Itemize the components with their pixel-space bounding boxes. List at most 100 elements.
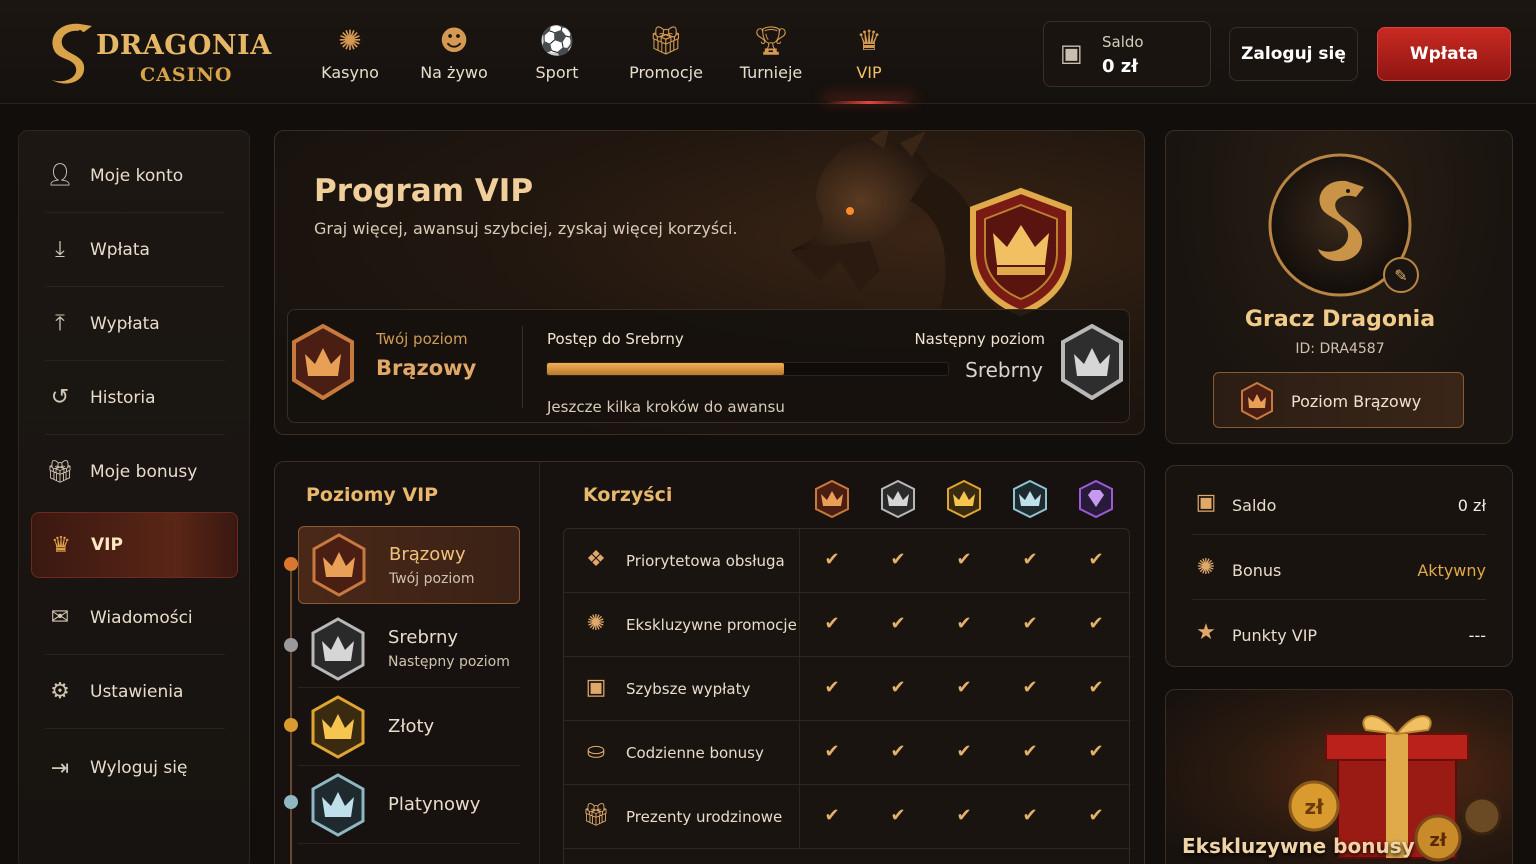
- sidebar-item-label: Ustawienia: [90, 681, 184, 702]
- bronze-crown-icon: [312, 533, 366, 597]
- check-icon: ✔: [1088, 549, 1104, 570]
- vip-levels-card: Poziomy VIP Brązowy Twój poziom Srebrny …: [274, 461, 1145, 864]
- gear-icon: ⚙: [50, 679, 70, 704]
- check-icon: ✔: [890, 741, 906, 762]
- stat-value: 0 zł: [1457, 496, 1486, 515]
- table-row: ❖ Priorytetowa obsługa ✔ ✔ ✔ ✔ ✔: [564, 529, 1129, 593]
- sidebar-item-moje-konto[interactable]: 👤︎ Moje konto: [45, 139, 225, 213]
- dragon-logo-icon: [40, 18, 100, 88]
- check-icon: ✔: [1088, 741, 1104, 762]
- promo-title: Ekskluzywne bonusy: [1182, 834, 1415, 858]
- sidebar-item-moje-bonusy[interactable]: 🎁︎ Moje bonusy: [45, 435, 225, 509]
- check-icon: ✔: [1022, 613, 1038, 634]
- svg-text:zł: zł: [1429, 830, 1447, 851]
- live-dealer-icon: ☻: [439, 23, 469, 57]
- platinum-crown-icon: [311, 772, 365, 837]
- nav-label: Na żywo: [420, 62, 488, 82]
- nav-na-zywo[interactable]: ☻ Na żywo: [400, 0, 508, 104]
- profile-id: ID: DRA4587: [1295, 341, 1385, 357]
- nav-label: Sport: [535, 62, 579, 82]
- login-button[interactable]: Zaloguj się: [1229, 27, 1358, 81]
- benefit-label: Priorytetowa obsługa: [626, 552, 785, 570]
- download-icon: ⤓: [55, 237, 65, 262]
- sidebar-item-label: Historia: [90, 387, 156, 408]
- check-icon: ✔: [890, 549, 906, 570]
- timeline-dot: [284, 638, 298, 652]
- star-icon: ★: [1196, 620, 1216, 645]
- progress-label: Postęp do Srebrny: [547, 330, 684, 348]
- nav-sport[interactable]: ⚽ Sport: [508, 0, 606, 104]
- nav-promocje[interactable]: 🎁︎ Promocje: [606, 0, 726, 104]
- check-icon: ✔: [956, 805, 972, 826]
- check-icon: ✔: [824, 677, 840, 698]
- nav-label: VIP: [856, 62, 882, 82]
- sidebar-item-label: Wyloguj się: [90, 758, 188, 778]
- history-icon: ↺: [50, 385, 70, 410]
- stat-row-punkty-vip: ★ Punkty VIP ---: [1192, 600, 1486, 665]
- level-sub: Następny poziom: [388, 654, 510, 670]
- benefit-label: Szybsze wypłaty: [626, 680, 751, 698]
- stat-row-saldo: ▣ Saldo 0 zł: [1192, 470, 1486, 535]
- check-icon: ✔: [1022, 677, 1038, 698]
- level-item-brazowy[interactable]: Brązowy Twój poziom: [298, 526, 520, 604]
- promo-banner[interactable]: zł zł Ekskluzywne bonusy: [1165, 689, 1513, 864]
- level-sub: Twój poziom: [389, 570, 475, 587]
- profile-level-badge[interactable]: Poziom Brązowy: [1213, 372, 1464, 428]
- user-icon: 👤︎: [46, 163, 74, 188]
- nav-vip[interactable]: ♛ VIP: [816, 0, 922, 104]
- current-level-label: Twój poziom: [376, 330, 468, 348]
- sidebar-item-wiadomosci[interactable]: ✉ Wiadomości: [45, 581, 225, 655]
- check-icon: ✔: [956, 613, 972, 634]
- brand-sub: CASINO: [140, 64, 233, 86]
- check-icon: ✔: [890, 677, 906, 698]
- check-icon: ✔: [1088, 613, 1104, 634]
- benefit-label: Ekskluzywne promocje: [626, 616, 797, 634]
- check-icon: ✔: [1088, 805, 1104, 826]
- nav-turnieje[interactable]: 🏆︎ Turnieje: [726, 0, 816, 104]
- check-icon: ✔: [824, 805, 840, 826]
- benefit-label: Codzienne bonusy: [626, 744, 764, 762]
- upload-icon: ⤒: [55, 311, 65, 336]
- profile-name: Gracz Dragonia: [1244, 307, 1436, 332]
- stat-label: Saldo: [1232, 496, 1277, 515]
- level-name: Złoty: [388, 716, 435, 737]
- wallet-icon: ▣: [1195, 490, 1217, 515]
- sidebar-item-ustawienia[interactable]: ⚙ Ustawienia: [45, 655, 225, 729]
- level-name: Srebrny: [388, 627, 459, 648]
- coins-icon: ⛀: [586, 739, 606, 764]
- brand-logo[interactable]: DRAGONIA CASINO: [40, 14, 272, 92]
- logout-icon: ⇥: [50, 755, 70, 781]
- progress-bar: [546, 362, 949, 376]
- table-row: ▣ Szybsze wypłaty ✔ ✔ ✔ ✔ ✔: [564, 657, 1129, 721]
- brand-name: DRAGONIA: [96, 30, 272, 61]
- level-item-platynowy[interactable]: Platynowy: [298, 766, 520, 844]
- sidebar-item-wyloguj[interactable]: ⇥ Wyloguj się: [45, 731, 225, 805]
- level-progress-panel: Twój poziom Brązowy Postęp do Srebrny Je…: [287, 309, 1130, 423]
- table-row: ⛀ Codzienne bonusy ✔ ✔ ✔ ✔ ✔: [564, 721, 1129, 785]
- top-bar: DRAGONIA CASINO ✺ Kasyno ☻ Na żywo ⚽ Spo…: [0, 0, 1536, 104]
- header-balance[interactable]: ▣ Saldo 0 zł: [1043, 21, 1211, 87]
- table-row: 🎁︎ Prezenty urodzinowe ✔ ✔ ✔ ✔ ✔: [564, 785, 1129, 849]
- sidebar-item-historia[interactable]: ↺ Historia: [45, 361, 225, 435]
- level-item-zloty[interactable]: Złoty: [298, 688, 520, 766]
- stat-label: Bonus: [1232, 561, 1282, 580]
- nav-kasyno[interactable]: ✺ Kasyno: [300, 0, 400, 104]
- sidebar-item-label: Wiadomości: [90, 607, 193, 628]
- check-icon: ✔: [956, 549, 972, 570]
- sidebar-item-wyplata[interactable]: ⤒ Wypłata: [45, 287, 225, 361]
- current-level-value: Brązowy: [376, 356, 477, 380]
- sidebar-item-vip[interactable]: ♛ VIP: [31, 512, 238, 578]
- divider: [522, 326, 523, 408]
- crown-icon: ♛: [856, 23, 882, 57]
- crown-icon: ♛: [51, 532, 71, 558]
- sidebar-item-wplata[interactable]: ⤓ Wpłata: [45, 213, 225, 287]
- next-level-value: Srebrny: [965, 358, 1043, 382]
- level-item-srebrny[interactable]: Srebrny Następny poziom: [298, 610, 520, 688]
- vip-shield-icon: [970, 187, 1072, 317]
- edit-avatar-button[interactable]: ✎: [1383, 257, 1419, 293]
- silver-crown-icon: [311, 616, 365, 681]
- check-icon: ✔: [824, 741, 840, 762]
- deposit-button[interactable]: Wpłata: [1377, 27, 1511, 81]
- benefit-label: Prezenty urodzinowe: [626, 808, 783, 826]
- trophy-icon: 🏆︎: [753, 23, 789, 57]
